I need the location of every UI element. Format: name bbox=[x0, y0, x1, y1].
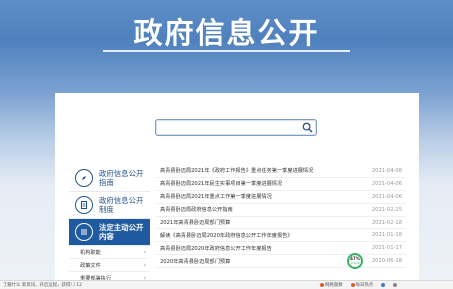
volume-icon bbox=[393, 283, 398, 287]
news-date: 2021-04-06 bbox=[371, 193, 402, 200]
search-icon[interactable] bbox=[302, 122, 313, 133]
network-icon bbox=[320, 283, 324, 287]
news-title[interactable]: 2021年高青县卧迈局部门预算 bbox=[160, 219, 370, 226]
status-item-hot[interactable]: 每日热点 bbox=[350, 282, 374, 288]
news-date: 2021-01-17 bbox=[371, 245, 402, 252]
news-title[interactable]: 高青县卧迈局政府信息公开指南 bbox=[160, 206, 370, 213]
sub-item-institution[interactable]: 机构职能 › bbox=[69, 246, 150, 259]
search-input[interactable] bbox=[160, 125, 300, 140]
news-date: 2021-01-18 bbox=[371, 232, 402, 239]
news-title[interactable]: 高青县卧迈局2020年政府信息公开工作年度报告 bbox=[160, 245, 370, 252]
sidebar-item-label: 政府信息公开制度 bbox=[99, 196, 144, 214]
news-title[interactable]: 高青县卧迈局2021年《政府工作报告》重点任务第一季度进展情况 bbox=[160, 167, 370, 174]
sidebar-item-label: 法定主动公开内容 bbox=[99, 223, 144, 241]
list-icon bbox=[75, 223, 93, 241]
sub-item-policy[interactable]: 政策文件 › bbox=[69, 259, 150, 272]
status-bar: 了解什么 新资讯，开启远程，获得! / 12 网络观察 每日热点 bbox=[0, 280, 453, 289]
status-item-network[interactable]: 网络观察 bbox=[320, 282, 343, 288]
list-item[interactable]: 高青县卧迈局政府信息公开指南 2021-02-25 bbox=[156, 204, 406, 217]
compass-icon bbox=[75, 169, 93, 187]
news-date: 2021-04-06 bbox=[371, 180, 402, 187]
list-item[interactable]: 解读《高青县卧迈局2020年政府信息公开工作年度报告》 2021-01-18 bbox=[156, 229, 406, 243]
news-title[interactable]: 高青县卧迈局2021年民生实事项目第一季度进展情况 bbox=[160, 180, 370, 187]
title-underline bbox=[103, 50, 350, 52]
sidebar-item-label: 政府信息公开指南 bbox=[99, 169, 144, 187]
news-list: 高青县卧迈局2021年《政府工作报告》重点任务第一季度进展情况 2021-04-… bbox=[156, 165, 406, 269]
chevron-right-icon: › bbox=[143, 248, 146, 256]
document-icon bbox=[75, 196, 93, 214]
widget-percent: 47% bbox=[349, 255, 361, 261]
status-item-label: 网络观察 bbox=[325, 283, 343, 288]
widget-speed: 0.1K/s bbox=[350, 261, 360, 265]
status-item-volume[interactable] bbox=[393, 283, 398, 287]
list-item[interactable]: 2020年高青县卧迈局部门预算 2020-06-18 bbox=[156, 255, 406, 269]
list-item[interactable]: 高青县卧迈局2021年《政府工作报告》重点任务第一季度进展情况 2021-04-… bbox=[156, 165, 406, 178]
news-title[interactable]: 2020年高青县卧迈局部门预算 bbox=[160, 258, 370, 265]
sub-item-label: 政策文件 bbox=[80, 262, 101, 269]
list-item[interactable]: 高青县卧迈局2021年民生实事项目第一季度进展情况 2021-04-06 bbox=[156, 178, 406, 191]
news-title[interactable]: 解读《高青县卧迈局2020年政府信息公开工作年度报告》 bbox=[160, 232, 370, 239]
download-icon bbox=[381, 283, 386, 287]
status-text: 了解什么 新资讯，开启远程，获得! / 12 bbox=[3, 283, 82, 288]
chevron-right-icon: › bbox=[143, 261, 146, 269]
content-panel: 政府信息公开指南 政府信息公开制度 法定主动公开内容 机构职能 › 政策文件 ›… bbox=[55, 93, 419, 289]
sidebar-item-active-disclosure[interactable]: 法定主动公开内容 bbox=[69, 219, 150, 246]
news-date: 2020-06-18 bbox=[371, 258, 402, 265]
news-date: 2021-04-08 bbox=[371, 167, 402, 174]
status-item-label: 每日热点 bbox=[355, 283, 374, 288]
search-box[interactable] bbox=[155, 119, 317, 140]
status-tray: 网络观察 每日热点 bbox=[320, 282, 398, 288]
sidebar: 政府信息公开指南 政府信息公开制度 法定主动公开内容 机构职能 › 政策文件 ›… bbox=[69, 165, 150, 285]
status-item-download[interactable] bbox=[381, 283, 386, 287]
hot-icon bbox=[350, 283, 355, 287]
news-date: 2021-02-25 bbox=[371, 206, 402, 213]
list-item[interactable]: 高青县卧迈局2021年重点工作第一季度进展情况 2021-04-06 bbox=[156, 191, 406, 204]
sub-item-label: 机构职能 bbox=[80, 249, 101, 256]
page-title: 政府信息公开 bbox=[133, 16, 320, 50]
news-title[interactable]: 高青县卧迈局2021年重点工作第一季度进展情况 bbox=[160, 193, 370, 200]
list-item[interactable]: 高青县卧迈局2020年政府信息公开工作年度报告 2021-01-17 bbox=[156, 242, 406, 256]
news-date: 2021-02-18 bbox=[371, 219, 402, 226]
network-speed-widget[interactable]: 47% 0.1K/s bbox=[347, 253, 363, 269]
sidebar-item-guide[interactable]: 政府信息公开指南 bbox=[69, 165, 150, 192]
sidebar-item-system[interactable]: 政府信息公开制度 bbox=[69, 192, 150, 219]
list-item[interactable]: 2021年高青县卧迈局部门预算 2021-02-18 bbox=[156, 217, 406, 230]
